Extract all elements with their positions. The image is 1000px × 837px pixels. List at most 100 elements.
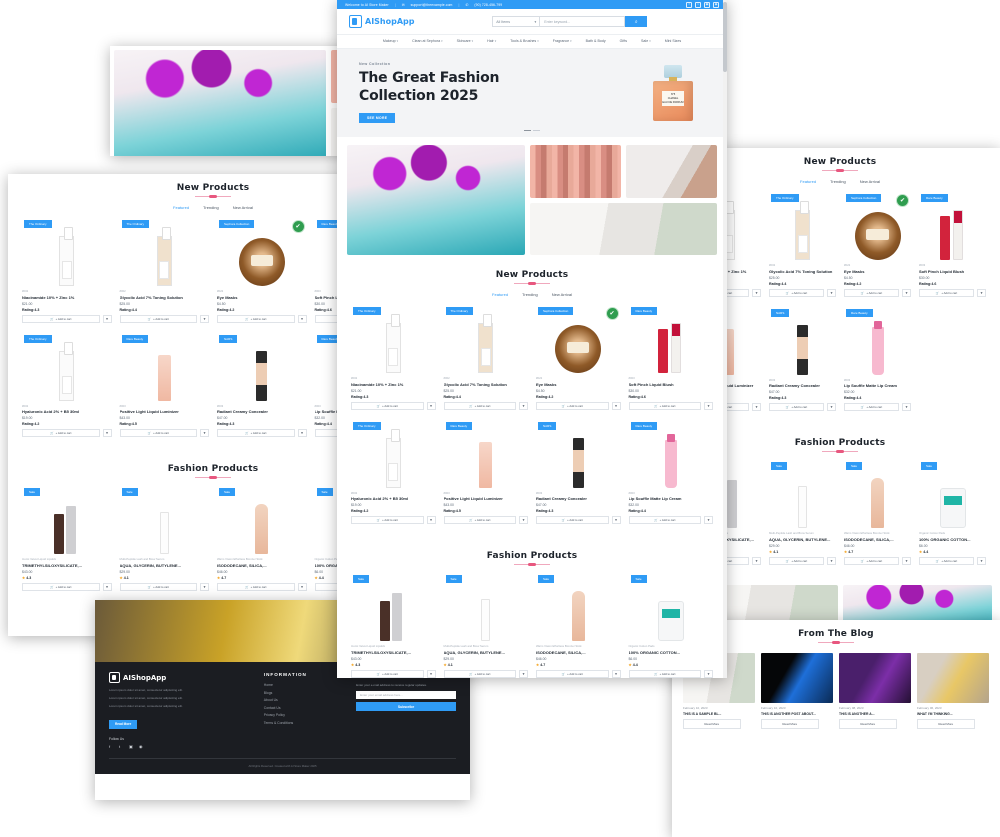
product-card[interactable]: NARS #003 Radiant Creamy Concealer $47.0… <box>532 420 625 535</box>
product-card[interactable]: Sale Multi-Peptide Lash and Brow Serum A… <box>440 573 533 678</box>
product-name[interactable]: Lip Souffle Matte Lip Cream <box>629 496 714 501</box>
product-name[interactable]: Soft Pinch Liquid Blush <box>629 382 714 387</box>
add-to-cart-button[interactable]: 🛒+ Add to cart <box>844 556 899 565</box>
tab-new-arrival[interactable]: New Arrival <box>552 292 572 297</box>
product-card[interactable]: Sale Multi-Peptide Lash and Brow Serum A… <box>765 460 840 575</box>
product-card[interactable]: Sale Iconic Velvet Liquid Lipstick TRIME… <box>347 573 440 678</box>
product-image[interactable]: Rare Beauty <box>629 420 714 488</box>
wishlist-button[interactable]: ♥ <box>704 669 713 678</box>
blog-read-more-button[interactable]: Read More <box>683 719 741 729</box>
add-to-cart-button[interactable]: 🛒+ Add to cart <box>443 516 516 524</box>
blog-post-title[interactable]: THIS IS ANOTHER A... <box>839 712 911 716</box>
product-image[interactable]: The Ordinary <box>351 305 436 373</box>
wishlist-button[interactable]: ♥ <box>752 288 761 297</box>
product-name[interactable]: 100% ORGANIC COTTON... <box>629 650 714 655</box>
product-card[interactable]: NARS #003 Radiant Creamy Concealer $47.0… <box>765 307 840 422</box>
add-to-cart-button[interactable]: 🛒+ Add to cart <box>351 516 424 524</box>
blog-read-more-button[interactable]: Read More <box>761 719 819 729</box>
wishlist-button[interactable]: ♥ <box>426 401 436 410</box>
nav-item-clean-at-sephora[interactable]: Clean at Sephora▾ <box>405 39 450 43</box>
product-card[interactable]: Sephora Collection #022 Eye Masks $4.50 … <box>213 218 311 333</box>
blog-post-title[interactable]: WHAT I'M THINKING... <box>917 712 989 716</box>
product-image[interactable]: The Ordinary <box>444 305 529 373</box>
blog-post-title[interactable]: THIS IS A SAMPLE BL... <box>683 712 755 716</box>
category-image-makeup-brushes[interactable] <box>114 50 327 156</box>
product-image[interactable]: Rare Beauty <box>120 333 210 401</box>
add-to-cart-button[interactable]: 🛒+ Add to cart <box>22 582 100 591</box>
product-card[interactable]: Sale Multi-Peptide Lash and Brow Serum A… <box>116 486 214 601</box>
product-name[interactable]: Radiant Creamy Concealer <box>536 496 621 501</box>
search-category-select[interactable]: All Items ▾ <box>492 16 541 27</box>
product-image[interactable]: Sale <box>769 460 836 528</box>
product-card[interactable]: Sale Iconic Velvet Liquid Lipstick TRIME… <box>18 486 116 601</box>
subscribe-button[interactable]: Subscribe <box>356 702 456 711</box>
wishlist-button[interactable]: ♥ <box>704 401 713 410</box>
product-card[interactable]: The Ordinary #002 Glycolic Acid 7% Tonin… <box>440 305 533 420</box>
product-card[interactable]: The Ordinary #002 Hyaluronic Acid 2% + B… <box>347 420 440 535</box>
product-name[interactable]: ISODODECANE, SILICA,... <box>536 650 621 655</box>
product-image[interactable]: Sale <box>629 573 714 641</box>
nav-item-mini-sizes[interactable]: Mini Sizes <box>658 39 688 43</box>
product-name[interactable]: Radiant Creamy Concealer <box>217 409 307 414</box>
product-name[interactable]: Glycolic Acid 7% Toning Solution <box>769 269 836 274</box>
product-name[interactable]: Niacinamide 10% + Zinc 1% <box>22 295 112 300</box>
add-to-cart-button[interactable]: 🛒+ Add to cart <box>844 403 899 411</box>
add-to-cart-button[interactable]: 🛒+ Add to cart <box>536 516 609 524</box>
blog-image[interactable] <box>761 653 833 703</box>
wishlist-button[interactable]: ♥ <box>611 669 621 678</box>
product-card[interactable]: Rare Beauty #003 Lip Souffle Matte Lip C… <box>625 420 718 535</box>
product-image[interactable]: Sephora Collection <box>217 218 307 286</box>
carousel-dot[interactable] <box>533 129 540 131</box>
footer-link-about-us[interactable]: About Us <box>264 698 340 702</box>
tab-featured[interactable]: Featured <box>173 205 189 210</box>
product-card[interactable]: The Ordinary #002 Glycolic Acid 7% Tonin… <box>765 192 840 307</box>
product-name[interactable]: ISODODECANE, SILICA,... <box>844 537 911 542</box>
product-image[interactable]: Sale <box>217 486 307 554</box>
topbar-email[interactable]: support@theexample.com <box>411 3 453 7</box>
product-name[interactable]: Soft Pinch Liquid Blush <box>919 269 986 274</box>
add-to-cart-button[interactable]: 🛒+ Add to cart <box>536 669 609 678</box>
product-image[interactable]: The Ordinary <box>120 218 210 286</box>
footer-brand[interactable]: AIShopApp <box>109 672 248 683</box>
product-card[interactable]: Sale Warm Vision Effortless Bronzer Stic… <box>213 486 311 601</box>
product-image[interactable]: NARS <box>769 307 836 375</box>
nav-item-tools-and-brushes[interactable]: Tools & Brushes▾ <box>503 39 545 43</box>
tab-trending[interactable]: Trending <box>522 292 538 297</box>
tab-trending[interactable]: Trending <box>830 179 846 184</box>
facebook-icon[interactable]: f <box>686 1 692 8</box>
nav-item-sale[interactable]: Sale▾ <box>634 39 658 43</box>
product-name[interactable]: Glycolic Acid 7% Toning Solution <box>444 382 529 387</box>
wishlist-button[interactable]: ♥ <box>519 669 528 678</box>
add-to-cart-button[interactable]: 🛒+ Add to cart <box>443 669 516 678</box>
add-to-cart-button[interactable]: 🛒+ Add to cart <box>628 401 701 410</box>
product-name[interactable]: AQUA, GLYCERIN, BUTYLENE... <box>444 650 529 655</box>
product-image[interactable]: Sale <box>844 460 911 528</box>
wishlist-button[interactable]: ♥ <box>519 516 528 524</box>
instagram-icon[interactable]: ▣ <box>129 744 135 750</box>
wishlist-button[interactable]: ♥ <box>297 582 307 591</box>
wishlist-button[interactable]: ♥ <box>102 429 112 437</box>
product-card[interactable]: Sale Organic Cotton Pads 100% ORGANIC CO… <box>625 573 718 678</box>
product-card[interactable]: Sephora Collection #022 Eye Masks $4.50 … <box>532 305 625 420</box>
product-name[interactable]: Positive Light Liquid Luminizer <box>444 496 529 501</box>
blog-read-more-button[interactable]: Read More <box>917 719 975 729</box>
add-to-cart-button[interactable]: 🛒+ Add to cart <box>536 401 609 410</box>
google-icon[interactable]: ◉ <box>139 744 145 750</box>
nav-item-hair[interactable]: Hair▾ <box>480 39 503 43</box>
wishlist-button[interactable]: ♥ <box>426 669 436 678</box>
product-card[interactable]: Rare Beauty #003 Positive Light Liquid L… <box>440 420 533 535</box>
product-card[interactable]: The Ordinary #002 Niacinamide 10% + Zinc… <box>18 218 116 333</box>
product-image[interactable]: Sale <box>351 573 436 641</box>
page-scrollbar[interactable] <box>723 0 727 678</box>
product-card[interactable]: Rare Beauty #003 Soft Pinch Liquid Blush… <box>625 305 718 420</box>
product-name[interactable]: TRIMETHYLSILOXYSILICATE,... <box>351 650 436 655</box>
nav-item-bath-and-body[interactable]: Bath & Body <box>579 39 613 43</box>
wishlist-button[interactable]: ♥ <box>977 556 986 565</box>
add-to-cart-button[interactable]: 🛒+ Add to cart <box>119 429 197 437</box>
product-name[interactable]: Lip Souffle Matte Lip Cream <box>844 383 911 388</box>
product-image[interactable]: Sale <box>536 573 621 641</box>
add-to-cart-button[interactable]: 🛒+ Add to cart <box>119 582 197 591</box>
category-image-cosmetics-flatlay[interactable] <box>625 145 717 198</box>
tab-new-arrival[interactable]: New Arrival <box>860 179 880 184</box>
product-image[interactable]: Sale <box>444 573 529 641</box>
